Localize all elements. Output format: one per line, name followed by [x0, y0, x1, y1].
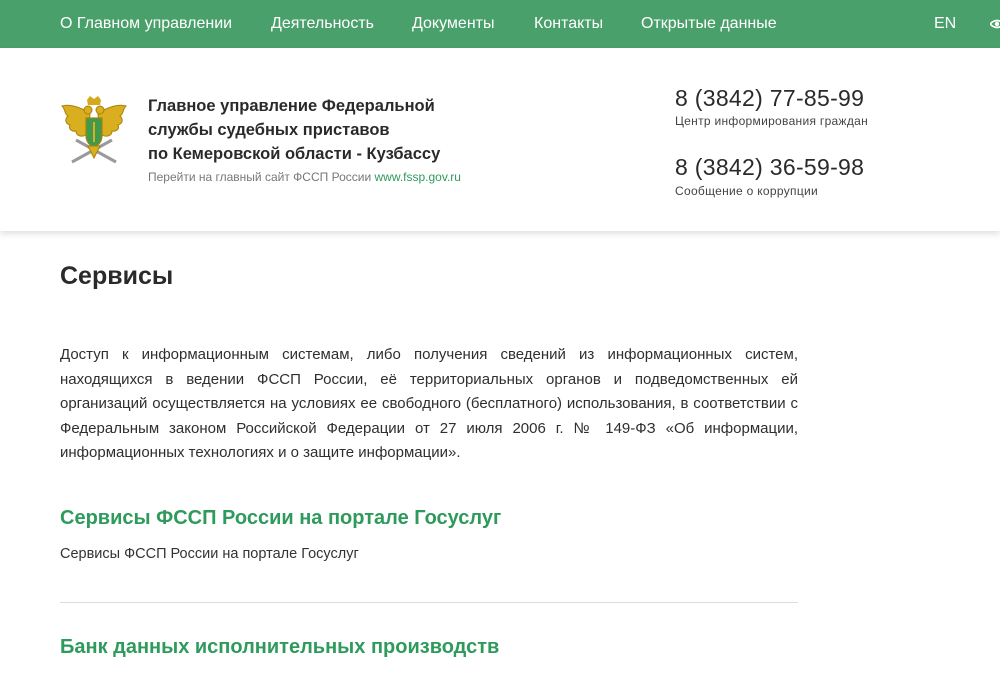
- service-title-gosuslugi[interactable]: Сервисы ФССП России на портале Госуслуг: [60, 507, 501, 530]
- main-site-link-prefix: Перейти на главный сайт ФССП России: [148, 170, 375, 184]
- intro-paragraph: Доступ к информационным системам, либо п…: [60, 346, 798, 461]
- main-site-link-line: Перейти на главный сайт ФССП России www.…: [148, 170, 461, 184]
- service-desc-gosuslugi: Сервисы ФССП России на портале Госуслуг: [60, 546, 359, 562]
- org-name-line-3: по Кемеровской области - Кузбассу: [148, 145, 441, 163]
- phone-info-center-caption: Центр информирования граждан: [675, 114, 869, 128]
- top-nav-bar: О Главном управлении Деятельность Докуме…: [0, 0, 1000, 48]
- phone-info-center[interactable]: 8 (3842) 77-85-99: [675, 85, 864, 112]
- service-title-enforcement-db[interactable]: Банк данных исполнительных производств: [60, 636, 499, 659]
- org-name-line-2: службы судебных приставов: [148, 121, 390, 139]
- site-header: Главное управление Федеральной службы су…: [0, 48, 1000, 231]
- nav-item-activity[interactable]: Деятельность: [271, 0, 374, 48]
- main-site-link[interactable]: www.fssp.gov.ru: [374, 170, 460, 184]
- section-divider: [60, 602, 798, 603]
- eye-icon[interactable]: [990, 17, 1000, 31]
- nav-item-contacts[interactable]: Контакты: [534, 0, 603, 48]
- nav-item-open-data[interactable]: Открытые данные: [641, 0, 777, 48]
- phone-corruption[interactable]: 8 (3842) 36-59-98: [675, 154, 864, 181]
- organization-name: Главное управление Федеральной службы су…: [148, 94, 478, 166]
- org-name-line-1: Главное управление Федеральной: [148, 97, 435, 115]
- nav-item-about[interactable]: О Главном управлении: [60, 0, 232, 48]
- page-title: Сервисы: [60, 262, 174, 290]
- nav-item-documents[interactable]: Документы: [412, 0, 494, 48]
- fssp-eagle-emblem-icon[interactable]: [60, 96, 128, 170]
- phone-corruption-caption: Сообщение о коррупции: [675, 184, 818, 198]
- language-switch[interactable]: EN: [934, 0, 956, 48]
